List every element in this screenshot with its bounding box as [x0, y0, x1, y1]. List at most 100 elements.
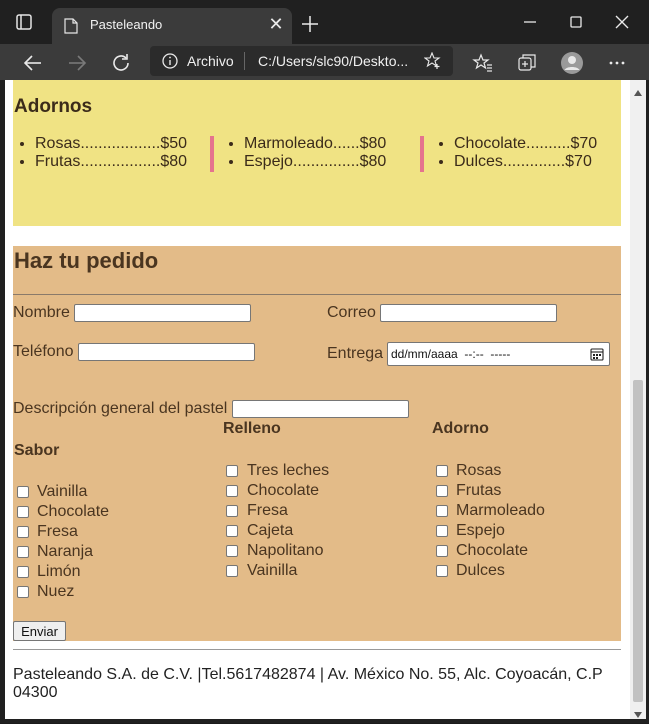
- relleno-option: Vainilla: [247, 562, 298, 579]
- page-viewport: Adornos Rosas..................$50 Fruta…: [5, 80, 630, 719]
- scrollbar-thumb[interactable]: [633, 380, 643, 702]
- relleno-checkbox[interactable]: [226, 525, 238, 537]
- sabor-option: Fresa: [37, 523, 78, 540]
- adorno-checkbox[interactable]: [436, 465, 448, 477]
- page-icon: [64, 18, 78, 34]
- footer-text: Pasteleando S.A. de C.V. |Tel.5617482874…: [13, 666, 603, 701]
- adorno-option: Espejo: [456, 522, 505, 539]
- tab-actions-icon[interactable]: [14, 12, 34, 32]
- order-form-divider: [13, 294, 621, 295]
- relleno-checkbox[interactable]: [226, 465, 238, 477]
- adorno-option: Frutas: [456, 482, 502, 499]
- tab-pasteleando[interactable]: Pasteleando ✕: [52, 8, 292, 44]
- correo-label: Correo: [327, 304, 376, 321]
- new-tab-icon[interactable]: [300, 14, 320, 34]
- nombre-input[interactable]: [74, 304, 251, 322]
- tab-bar: Pasteleando ✕: [0, 0, 649, 44]
- column-divider: [420, 136, 424, 172]
- sabor-option: Chocolate: [37, 503, 110, 520]
- relleno-option: Chocolate: [247, 482, 320, 499]
- sabor-option: Nuez: [37, 583, 75, 600]
- adorno-checkbox[interactable]: [436, 525, 448, 537]
- enviar-button[interactable]: Enviar: [13, 621, 66, 641]
- collections-icon[interactable]: [514, 50, 540, 76]
- browser-toolbar: Archivo C:/Users/slc90/Deskto...: [0, 44, 649, 80]
- close-window-icon[interactable]: [610, 10, 634, 34]
- refresh-icon[interactable]: [108, 50, 134, 76]
- adorno-price-item: Frutas..................$80: [35, 153, 187, 171]
- adorno-option: Chocolate: [456, 542, 529, 559]
- descripcion-label: Descripción general del pastel: [13, 400, 228, 417]
- adorno-checkbox[interactable]: [436, 545, 448, 557]
- entrega-label: Entrega: [327, 345, 384, 362]
- adornos-column-2: Marmoleado......$80 Espejo..............…: [222, 135, 386, 171]
- scroll-up-arrow-icon[interactable]: [633, 84, 643, 96]
- vertical-scrollbar[interactable]: [630, 80, 646, 719]
- adorno-price-item: Espejo...............$80: [244, 153, 386, 171]
- adorno-option: Dulces: [456, 562, 505, 579]
- scroll-down-arrow-icon[interactable]: [633, 706, 643, 718]
- adorno-heading: Adorno: [432, 420, 489, 437]
- relleno-heading: Relleno: [223, 420, 281, 437]
- telefono-label: Teléfono: [13, 343, 74, 360]
- footer-divider: [13, 649, 621, 650]
- relleno-checkbox[interactable]: [226, 505, 238, 517]
- adornos-section: Adornos Rosas..................$50 Fruta…: [13, 80, 621, 226]
- profile-avatar-icon[interactable]: [559, 50, 585, 76]
- sabor-checkbox[interactable]: [17, 566, 29, 578]
- adornos-column-3: Chocolate..........$70 Dulces...........…: [432, 135, 597, 171]
- relleno-option: Cajeta: [247, 522, 294, 539]
- adorno-checkbox[interactable]: [436, 485, 448, 497]
- calendar-icon[interactable]: [590, 347, 604, 361]
- minimize-icon[interactable]: [518, 10, 542, 34]
- sabor-heading: Sabor: [14, 442, 60, 459]
- relleno-option: Napolitano: [247, 542, 324, 559]
- entrega-placeholder: dd/mm/aaaa --:-- -----: [391, 347, 511, 361]
- browser-window: Pasteleando ✕ Archivo C:/Users/slc90/Des…: [0, 0, 649, 723]
- maximize-icon[interactable]: [564, 10, 588, 34]
- adorno-price-item: Marmoleado......$80: [244, 135, 386, 153]
- address-separator: [244, 52, 245, 70]
- descripcion-input[interactable]: [232, 400, 409, 418]
- more-options-icon[interactable]: [604, 50, 630, 76]
- sabor-option: Vainilla: [37, 483, 88, 500]
- correo-input[interactable]: [380, 304, 557, 322]
- sabor-option: Naranja: [37, 543, 94, 560]
- adorno-price-item: Chocolate..........$70: [454, 135, 597, 153]
- adornos-column-1: Rosas..................$50 Frutas.......…: [13, 135, 187, 171]
- sabor-option: Limón: [37, 563, 81, 580]
- info-icon[interactable]: [162, 53, 178, 69]
- add-favorite-icon[interactable]: [423, 51, 442, 70]
- column-divider: [210, 136, 214, 172]
- address-scheme-label: Archivo: [187, 53, 234, 69]
- adorno-price-item: Dulces..............$70: [454, 153, 597, 171]
- relleno-checkbox[interactable]: [226, 545, 238, 557]
- address-bar[interactable]: Archivo C:/Users/slc90/Deskto...: [150, 46, 453, 76]
- order-form-section: Haz tu pedido Nombre Correo Teléfono Ent…: [13, 246, 621, 641]
- relleno-option: Fresa: [247, 502, 288, 519]
- adorno-checkbox[interactable]: [436, 565, 448, 577]
- adorno-option: Rosas: [456, 462, 502, 479]
- forward-icon: [64, 50, 90, 76]
- address-url[interactable]: C:/Users/slc90/Deskto...: [258, 53, 408, 69]
- close-tab-icon[interactable]: ✕: [266, 14, 286, 34]
- telefono-input[interactable]: [78, 343, 255, 361]
- back-icon[interactable]: [20, 50, 46, 76]
- sabor-checkbox[interactable]: [17, 526, 29, 538]
- relleno-option: Tres leches: [247, 462, 330, 479]
- sabor-checkbox[interactable]: [17, 506, 29, 518]
- order-form-title: Haz tu pedido: [14, 248, 159, 273]
- adornos-title: Adornos: [14, 96, 93, 117]
- favorites-icon[interactable]: [470, 50, 496, 76]
- adorno-price-item: Rosas..................$50: [35, 135, 187, 153]
- relleno-checkbox[interactable]: [226, 565, 238, 577]
- adorno-checkbox[interactable]: [436, 505, 448, 517]
- relleno-checkbox[interactable]: [226, 485, 238, 497]
- entrega-datetime-input[interactable]: dd/mm/aaaa --:-- -----: [387, 342, 610, 366]
- sabor-checkbox[interactable]: [17, 546, 29, 558]
- tab-title: Pasteleando: [90, 17, 163, 32]
- adorno-option: Marmoleado: [456, 502, 545, 519]
- sabor-checkbox[interactable]: [17, 586, 29, 598]
- nombre-label: Nombre: [13, 304, 70, 321]
- sabor-checkbox[interactable]: [17, 486, 29, 498]
